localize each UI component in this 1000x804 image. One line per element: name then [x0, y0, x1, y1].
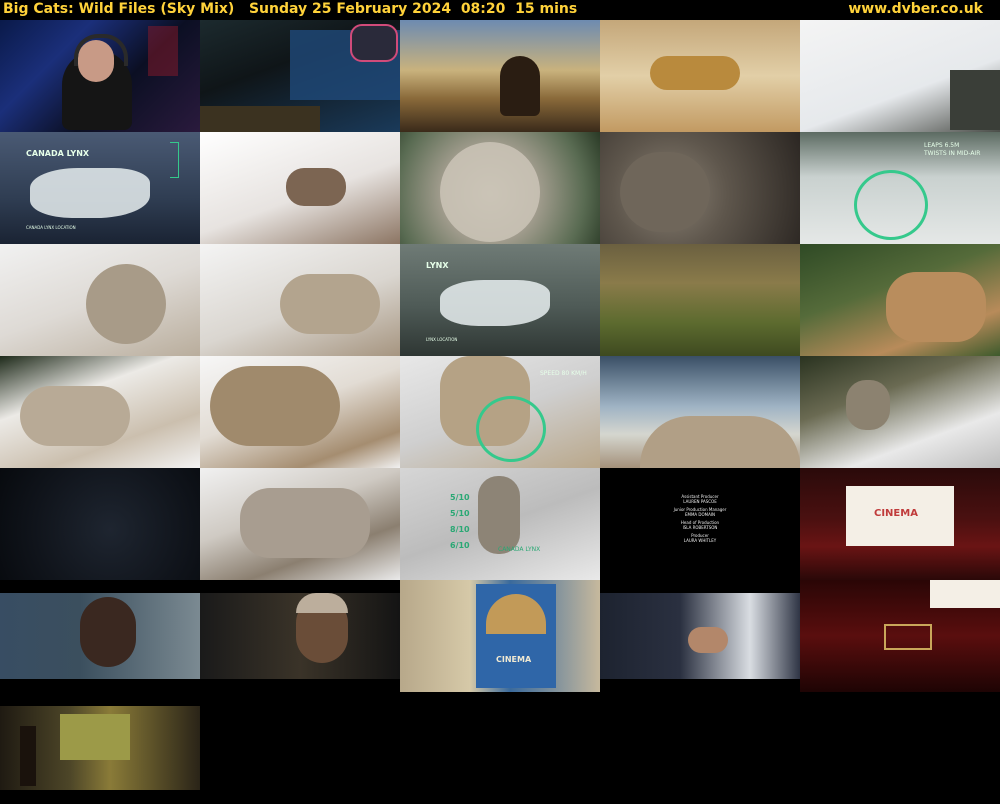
map-legend: CANADA LYNX LOCATION [26, 225, 76, 230]
thumbnail[interactable] [200, 356, 400, 468]
lynx-small [846, 380, 890, 430]
dark-rock [950, 70, 1000, 130]
thumbnail[interactable] [0, 20, 200, 132]
site-link[interactable]: www.dvber.co.uk [848, 0, 983, 18]
thumbnail[interactable] [0, 706, 200, 790]
thumbnail[interactable]: Assistant Producer LAUREN PASCOE Junior … [600, 468, 800, 580]
thumbnail[interactable] [200, 132, 400, 244]
lynx-paw [286, 168, 346, 206]
lynx-tail-fur [640, 416, 800, 468]
thumbnail[interactable] [800, 20, 1000, 132]
thumbnail[interactable] [400, 132, 600, 244]
thumbnail[interactable] [400, 20, 600, 132]
thumbnail[interactable] [200, 593, 400, 679]
thumbnail[interactable]: CANADA LYNX CANADA LYNX LOCATION [0, 132, 200, 244]
thumbnail[interactable]: SPEED 80 KM/H [400, 356, 600, 468]
lynx-stalking [20, 386, 130, 446]
thumbnail[interactable] [200, 20, 400, 132]
thumbnail[interactable] [800, 244, 1000, 356]
thumbnail[interactable] [0, 356, 200, 468]
world-map [30, 168, 150, 218]
thumbnail[interactable]: LYNX LYNX LOCATION [400, 244, 600, 356]
lynx-head [440, 142, 540, 242]
thumbnail[interactable]: 5/10 5/10 8/10 6/10 CANADA LYNX [400, 468, 600, 580]
map-legend: LYNX LOCATION [426, 337, 458, 342]
cheetah [650, 56, 740, 90]
thumbnail[interactable] [0, 468, 200, 580]
credit-line: EMMA DOMAIN [684, 512, 716, 517]
streamer-cam [350, 24, 398, 62]
rating-1: 5/10 [450, 493, 470, 502]
thumbnail[interactable] [600, 244, 800, 356]
deer [886, 272, 986, 342]
credit-line: LAURA WHITLEY [683, 538, 717, 543]
red-light [148, 26, 178, 76]
handshake [688, 627, 728, 653]
thumbnail[interactable] [600, 356, 800, 468]
thumbnail[interactable]: LEAPS 6.5M TWISTS IN MID-AIR [800, 132, 1000, 244]
end-credits: Assistant Producer LAUREN PASCOE Junior … [600, 494, 800, 543]
lynx-sitting [86, 264, 166, 344]
world-map [440, 280, 550, 326]
lynx-walking [280, 274, 380, 334]
speed-stat: SPEED 80 KM/H [540, 370, 587, 377]
thumbnail[interactable]: CINEMA [800, 468, 1000, 580]
thumbnail[interactable] [200, 468, 400, 580]
thumbnail[interactable] [0, 593, 200, 679]
leap-ring [854, 170, 928, 240]
frame-border [170, 142, 179, 178]
cap [296, 593, 348, 613]
credit-line: LAUREN PASCOE [683, 499, 717, 504]
man-face [80, 597, 136, 667]
speed-ring [476, 396, 546, 462]
thumbnail[interactable] [200, 244, 400, 356]
seat-plaque [884, 624, 932, 650]
thumbnail[interactable] [0, 244, 200, 356]
thumbnail[interactable] [800, 580, 1000, 692]
serval-silhouette [500, 56, 540, 116]
map-title: LYNX [426, 261, 449, 270]
header-bar: Big Cats: Wild Files (Sky Mix) Sunday 25… [0, 0, 1000, 20]
cinema-screen-top [930, 580, 1000, 608]
lynx-head [620, 152, 710, 232]
game-bottom-bar [200, 106, 320, 132]
credit-line: ISLA ROBERTSON [682, 525, 718, 530]
lynx-walking [240, 488, 370, 558]
thumbnail[interactable] [600, 132, 800, 244]
rating-2: 5/10 [450, 509, 470, 518]
lynx-standing [478, 476, 520, 554]
thumbnail[interactable] [600, 593, 800, 679]
species-badge: CANADA LYNX [498, 546, 541, 553]
twist-stat: TWISTS IN MID-AIR [924, 150, 981, 157]
person-silhouette [20, 726, 36, 786]
cinema-word: CINEMA [874, 508, 918, 519]
thumbnail[interactable] [600, 20, 800, 132]
thumbnail[interactable]: CINEMA [400, 580, 600, 692]
poster-title: CINEMA [496, 655, 532, 664]
leap-stat: LEAPS 6.5M [924, 142, 960, 149]
lynx-legs [210, 366, 340, 446]
window [60, 714, 130, 760]
programme-title: Big Cats: Wild Files (Sky Mix) Sunday 25… [3, 1, 578, 17]
thumbnail[interactable] [800, 356, 1000, 468]
rating-3: 8/10 [450, 525, 470, 534]
rating-4: 6/10 [450, 541, 470, 550]
headphones [74, 34, 128, 66]
map-title: CANADA LYNX [26, 149, 90, 158]
